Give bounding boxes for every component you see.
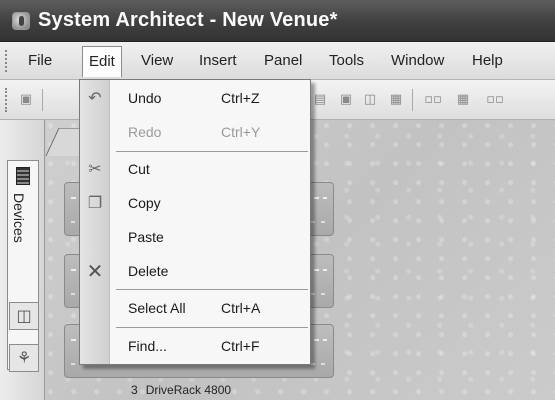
scissors-icon: ✂ bbox=[88, 159, 102, 178]
menu-window[interactable]: Window bbox=[391, 52, 444, 69]
network-icon[interactable]: ⚘ bbox=[9, 344, 39, 372]
devices-icon bbox=[16, 167, 30, 185]
align-icon[interactable]: ▣ bbox=[18, 92, 34, 108]
menu-item-redo[interactable]: Redo Ctrl+Y bbox=[80, 117, 310, 147]
delete-x-icon: ✕ bbox=[86, 259, 104, 283]
menu-item-label: Select All bbox=[128, 300, 186, 316]
menu-item-copy[interactable]: ❐ Copy bbox=[80, 188, 310, 218]
space-horizontal-icon[interactable]: ▫▫ bbox=[422, 92, 444, 108]
menu-item-shortcut: Ctrl+Z bbox=[221, 90, 260, 106]
menu-view[interactable]: View bbox=[141, 52, 173, 69]
menu-item-label: Find... bbox=[128, 338, 167, 354]
equal-spacing-icon[interactable]: ▫▫ bbox=[484, 92, 506, 108]
app-logo-icon bbox=[12, 12, 30, 30]
menu-item-delete[interactable]: ✕ Delete bbox=[80, 256, 310, 286]
devices-tab-label: Devices bbox=[11, 193, 27, 243]
menu-edit[interactable]: Edit bbox=[82, 46, 122, 77]
edit-menu: ↶ Undo Ctrl+Z Redo Ctrl+Y ✂ Cut ❐ Copy P… bbox=[79, 79, 311, 365]
menu-help[interactable]: Help bbox=[472, 52, 503, 69]
align-middle-icon[interactable]: ◫ bbox=[362, 92, 378, 108]
devices-tab[interactable]: Devices bbox=[7, 160, 39, 370]
device-number: 3 bbox=[131, 383, 138, 397]
menu-separator bbox=[116, 151, 308, 152]
menu-item-label: Redo bbox=[128, 124, 162, 140]
menubar-grip[interactable] bbox=[5, 50, 9, 72]
menu-item-shortcut: Ctrl+Y bbox=[221, 124, 261, 140]
menu-separator bbox=[116, 327, 308, 328]
toolbar-separator bbox=[412, 89, 413, 111]
menu-item-cut[interactable]: ✂ Cut bbox=[80, 154, 310, 184]
group-icon[interactable]: ▦ bbox=[388, 92, 404, 108]
toolbar-grip[interactable] bbox=[5, 88, 9, 112]
distribute-icon[interactable]: ▤ bbox=[312, 92, 328, 108]
menu-bar: File Edit View Insert Panel Tools Window… bbox=[0, 42, 555, 80]
space-vertical-icon[interactable]: ▦ bbox=[452, 92, 474, 108]
toolbar-separator bbox=[42, 89, 43, 111]
menu-item-label: Delete bbox=[128, 263, 169, 279]
menu-item-paste[interactable]: Paste bbox=[80, 222, 310, 252]
left-dock: Devices ◫ ⚘ bbox=[0, 120, 45, 400]
menu-item-label: Undo bbox=[128, 90, 162, 106]
device-caption: 3 DriveRack 4800 bbox=[131, 383, 231, 397]
copy-icon: ❐ bbox=[87, 193, 103, 212]
undo-icon: ↶ bbox=[88, 88, 102, 107]
menu-item-shortcut: Ctrl+A bbox=[221, 300, 261, 316]
menu-item-shortcut: Ctrl+F bbox=[221, 338, 260, 354]
menu-file[interactable]: File bbox=[28, 52, 52, 69]
menu-item-label: Copy bbox=[128, 195, 161, 211]
menu-separator bbox=[116, 289, 308, 290]
menu-tools[interactable]: Tools bbox=[329, 52, 364, 69]
device-name: DriveRack 4800 bbox=[145, 383, 232, 397]
menu-item-undo[interactable]: ↶ Undo Ctrl+Z bbox=[80, 83, 310, 113]
menu-item-label: Cut bbox=[128, 161, 150, 177]
menu-item-select-all[interactable]: Select All Ctrl+A bbox=[80, 293, 310, 323]
menu-item-find[interactable]: Find... Ctrl+F bbox=[80, 331, 310, 361]
menu-panel[interactable]: Panel bbox=[264, 52, 302, 69]
align-center-icon[interactable]: ▣ bbox=[338, 92, 354, 108]
menu-insert[interactable]: Insert bbox=[199, 52, 237, 69]
menu-item-label: Paste bbox=[128, 229, 164, 245]
app-window: System Architect - New Venue* File Edit … bbox=[0, 0, 555, 400]
window-title: System Architect - New Venue* bbox=[38, 9, 338, 31]
title-bar: System Architect - New Venue* bbox=[0, 0, 555, 42]
zoom-view-icon[interactable]: ◫ bbox=[9, 302, 39, 330]
